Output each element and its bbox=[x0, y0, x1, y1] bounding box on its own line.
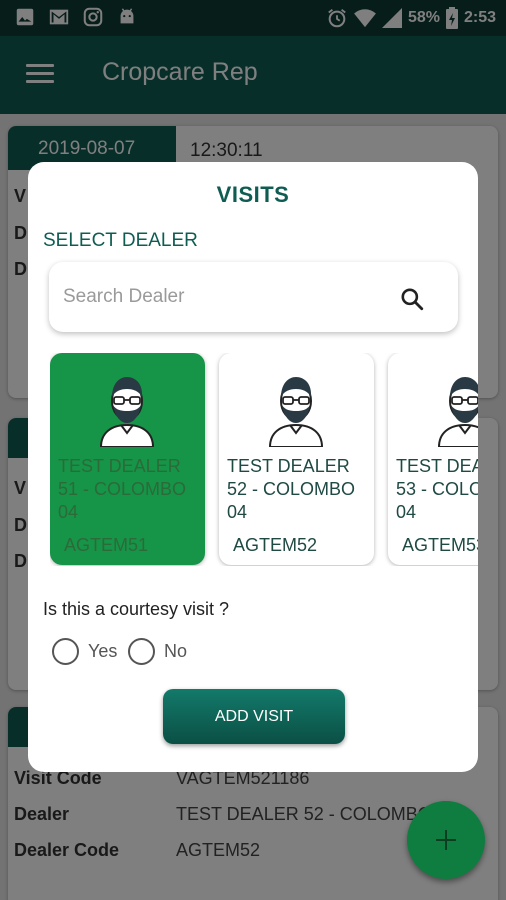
no-label[interactable]: No bbox=[164, 641, 187, 662]
dialog-title: VISITS bbox=[216, 182, 290, 207]
dealer-carousel[interactable]: TEST DEALER 51 - COLOMBO 04 AGTEM51 TEST… bbox=[50, 353, 478, 566]
yes-radio[interactable] bbox=[52, 638, 79, 665]
add-fab-button[interactable] bbox=[407, 801, 485, 879]
select-dealer-label: SELECT DEALER bbox=[43, 230, 198, 251]
dealer-code: AGTEM51 bbox=[64, 535, 149, 555]
dealer-name: TEST DEALER 53 - COLOMBO 04 bbox=[396, 456, 478, 522]
dealer-card[interactable]: TEST DEALER 52 - COLOMBO 04 AGTEM52 bbox=[219, 353, 374, 565]
dealer-avatar-icon bbox=[99, 377, 155, 447]
dealer-code: AGTEM53 bbox=[402, 535, 478, 555]
dealer-name: TEST DEALER 52 - COLOMBO 04 bbox=[227, 456, 356, 522]
courtesy-visit-question: Is this a courtesy visit ? bbox=[43, 599, 230, 619]
add-visit-button[interactable]: ADD VISIT bbox=[163, 689, 345, 744]
dealer-name: TEST DEALER 51 - COLOMBO 04 bbox=[58, 456, 187, 522]
dealer-code: AGTEM52 bbox=[233, 535, 318, 555]
visits-dialog: VISITS SELECT DEALER TEST DEALER 51 - CO… bbox=[28, 162, 478, 772]
dealer-avatar-icon bbox=[437, 377, 478, 447]
dealer-card[interactable]: TEST DEALER 53 - COLOMBO 04 AGTEM53 bbox=[388, 353, 478, 565]
no-radio[interactable] bbox=[128, 638, 155, 665]
dealer-card-selected[interactable]: TEST DEALER 51 - COLOMBO 04 AGTEM51 bbox=[50, 353, 205, 565]
dealer-avatar-icon bbox=[268, 377, 324, 447]
yes-label[interactable]: Yes bbox=[88, 641, 117, 662]
search-icon[interactable] bbox=[399, 286, 425, 312]
search-dealer-input[interactable] bbox=[63, 282, 383, 312]
search-box bbox=[49, 262, 458, 332]
